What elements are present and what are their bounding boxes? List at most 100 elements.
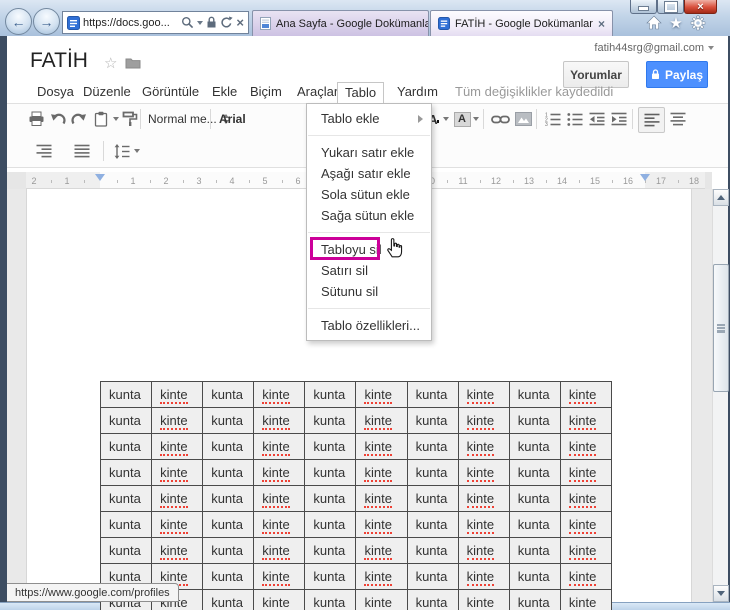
table-cell[interactable]: kinte xyxy=(457,511,510,538)
table-cell[interactable]: kunta xyxy=(304,407,357,434)
menu-item[interactable]: Yukarı satır ekle xyxy=(307,142,431,163)
align-center-icon[interactable] xyxy=(667,107,689,131)
scroll-up-button[interactable] xyxy=(713,189,729,206)
table-cell[interactable]: kinte xyxy=(151,381,204,408)
table-cell[interactable]: kunta xyxy=(304,589,357,610)
table-cell[interactable]: kinte xyxy=(151,511,204,538)
table-cell[interactable]: kinte xyxy=(355,459,408,486)
menu-item[interactable]: Tabloyu sil xyxy=(307,237,431,260)
table-cell[interactable]: kinte xyxy=(253,381,306,408)
table-cell[interactable]: kunta xyxy=(406,381,459,408)
table-cell[interactable]: kunta xyxy=(508,589,561,610)
table-cell[interactable]: kunta xyxy=(406,537,459,564)
tab-ana-sayfa[interactable]: Ana Sayfa - Google Dokümanlar xyxy=(252,10,429,36)
back-button[interactable]: ← xyxy=(5,8,32,35)
table-cell[interactable]: kinte xyxy=(355,485,408,512)
menu-5[interactable]: Biçim xyxy=(243,82,289,102)
gear-icon[interactable] xyxy=(689,14,707,31)
table-cell[interactable]: kinte xyxy=(151,433,204,460)
table-cell[interactable]: kinte xyxy=(355,511,408,538)
table-cell[interactable]: kunta xyxy=(304,433,357,460)
table-cell[interactable]: kinte xyxy=(355,537,408,564)
table-cell[interactable]: kunta xyxy=(99,459,153,486)
table-cell[interactable]: kinte xyxy=(559,589,613,610)
right-margin-marker[interactable] xyxy=(640,174,650,181)
table-cell[interactable]: kinte xyxy=(457,537,510,564)
table-cell[interactable]: kinte xyxy=(559,485,613,512)
menu-item[interactable]: Aşağı satır ekle xyxy=(307,163,431,184)
table-cell[interactable]: kunta xyxy=(99,407,153,434)
address-bar[interactable]: https://docs.goo... × xyxy=(62,11,249,34)
redo-icon[interactable] xyxy=(68,107,90,131)
table-cell[interactable]: kinte xyxy=(457,485,510,512)
table-cell[interactable]: kunta xyxy=(304,485,357,512)
table-cell[interactable]: kinte xyxy=(457,407,510,434)
scrollbar-thumb[interactable] xyxy=(713,264,729,392)
increase-indent-icon[interactable] xyxy=(608,107,630,131)
table-cell[interactable]: kunta xyxy=(202,381,255,408)
font-dropdown[interactable]: Arial xyxy=(219,108,246,130)
table-cell[interactable]: kunta xyxy=(202,407,255,434)
table-cell[interactable]: kunta xyxy=(406,511,459,538)
minimize-button[interactable] xyxy=(630,0,657,14)
table-cell[interactable]: kinte xyxy=(253,485,306,512)
table-cell[interactable]: kunta xyxy=(99,485,153,512)
table-cell[interactable]: kunta xyxy=(202,485,255,512)
table-cell[interactable]: kunta xyxy=(508,511,561,538)
table-cell[interactable]: kinte xyxy=(559,407,613,434)
table-cell[interactable]: kunta xyxy=(406,433,459,460)
table-cell[interactable]: kinte xyxy=(355,381,408,408)
table-cell[interactable]: kinte xyxy=(355,433,408,460)
table-cell[interactable]: kunta xyxy=(406,459,459,486)
menu-3[interactable]: Görüntüle xyxy=(135,82,206,102)
table-cell[interactable]: kinte xyxy=(457,433,510,460)
menu-4[interactable]: Ekle xyxy=(205,82,244,102)
table-cell[interactable]: kunta xyxy=(406,485,459,512)
table-cell[interactable]: kinte xyxy=(355,589,408,610)
text-color-dropdown-icon[interactable] xyxy=(443,117,449,121)
numbered-list-icon[interactable]: 123 xyxy=(542,107,564,131)
line-spacing-dropdown-icon[interactable] xyxy=(134,149,140,153)
table-cell[interactable]: kinte xyxy=(151,459,204,486)
star-document-icon[interactable]: ☆ xyxy=(104,54,117,72)
table-cell[interactable]: kunta xyxy=(508,407,561,434)
paste-icon[interactable] xyxy=(90,107,112,131)
close-window-button[interactable]: × xyxy=(684,0,717,14)
line-spacing-icon[interactable] xyxy=(111,139,133,163)
table-cell[interactable]: kinte xyxy=(457,459,510,486)
table-cell[interactable]: kunta xyxy=(304,511,357,538)
address-dropdown-icon[interactable] xyxy=(197,20,204,25)
refresh-icon[interactable] xyxy=(220,16,234,29)
menu-1[interactable]: Dosya xyxy=(30,82,81,102)
styles-dropdown[interactable]: Normal me... xyxy=(148,108,229,130)
table-cell[interactable]: kunta xyxy=(508,433,561,460)
menu-8[interactable]: Yardım xyxy=(390,82,445,102)
insert-image-icon[interactable] xyxy=(512,107,534,131)
document-table[interactable]: kunta kinte kunta kinte kunta kinte kunta kinte… xyxy=(99,381,613,610)
table-cell[interactable]: kunta xyxy=(406,563,459,590)
table-cell[interactable]: kinte xyxy=(457,381,510,408)
table-cell[interactable]: kinte xyxy=(253,407,306,434)
table-cell[interactable]: kunta xyxy=(508,563,561,590)
table-cell[interactable]: kinte xyxy=(457,563,510,590)
table-cell[interactable]: kunta xyxy=(202,511,255,538)
table-cell[interactable]: kunta xyxy=(304,563,357,590)
table-cell[interactable]: kinte xyxy=(253,511,306,538)
table-cell[interactable]: kinte xyxy=(559,511,613,538)
bulleted-list-icon[interactable] xyxy=(564,107,586,131)
table-cell[interactable]: kinte xyxy=(559,537,613,564)
table-cell[interactable]: kinte xyxy=(355,563,408,590)
highlight-dropdown-icon[interactable] xyxy=(473,117,479,121)
folder-icon[interactable] xyxy=(125,57,141,69)
table-cell[interactable]: kinte xyxy=(151,407,204,434)
table-cell[interactable]: kinte xyxy=(253,459,306,486)
home-icon[interactable] xyxy=(645,14,663,31)
scroll-down-button[interactable] xyxy=(713,585,729,602)
table-cell[interactable]: kunta xyxy=(406,407,459,434)
tab-fatih[interactable]: FATİH - Google Dokümanlar × xyxy=(430,10,613,36)
table-cell[interactable]: kunta xyxy=(508,381,561,408)
table-cell[interactable]: kunta xyxy=(202,433,255,460)
menu-item[interactable]: Tablo özellikleri... xyxy=(307,315,431,336)
table-cell[interactable]: kunta xyxy=(406,589,459,610)
paint-format-icon[interactable] xyxy=(119,107,141,131)
